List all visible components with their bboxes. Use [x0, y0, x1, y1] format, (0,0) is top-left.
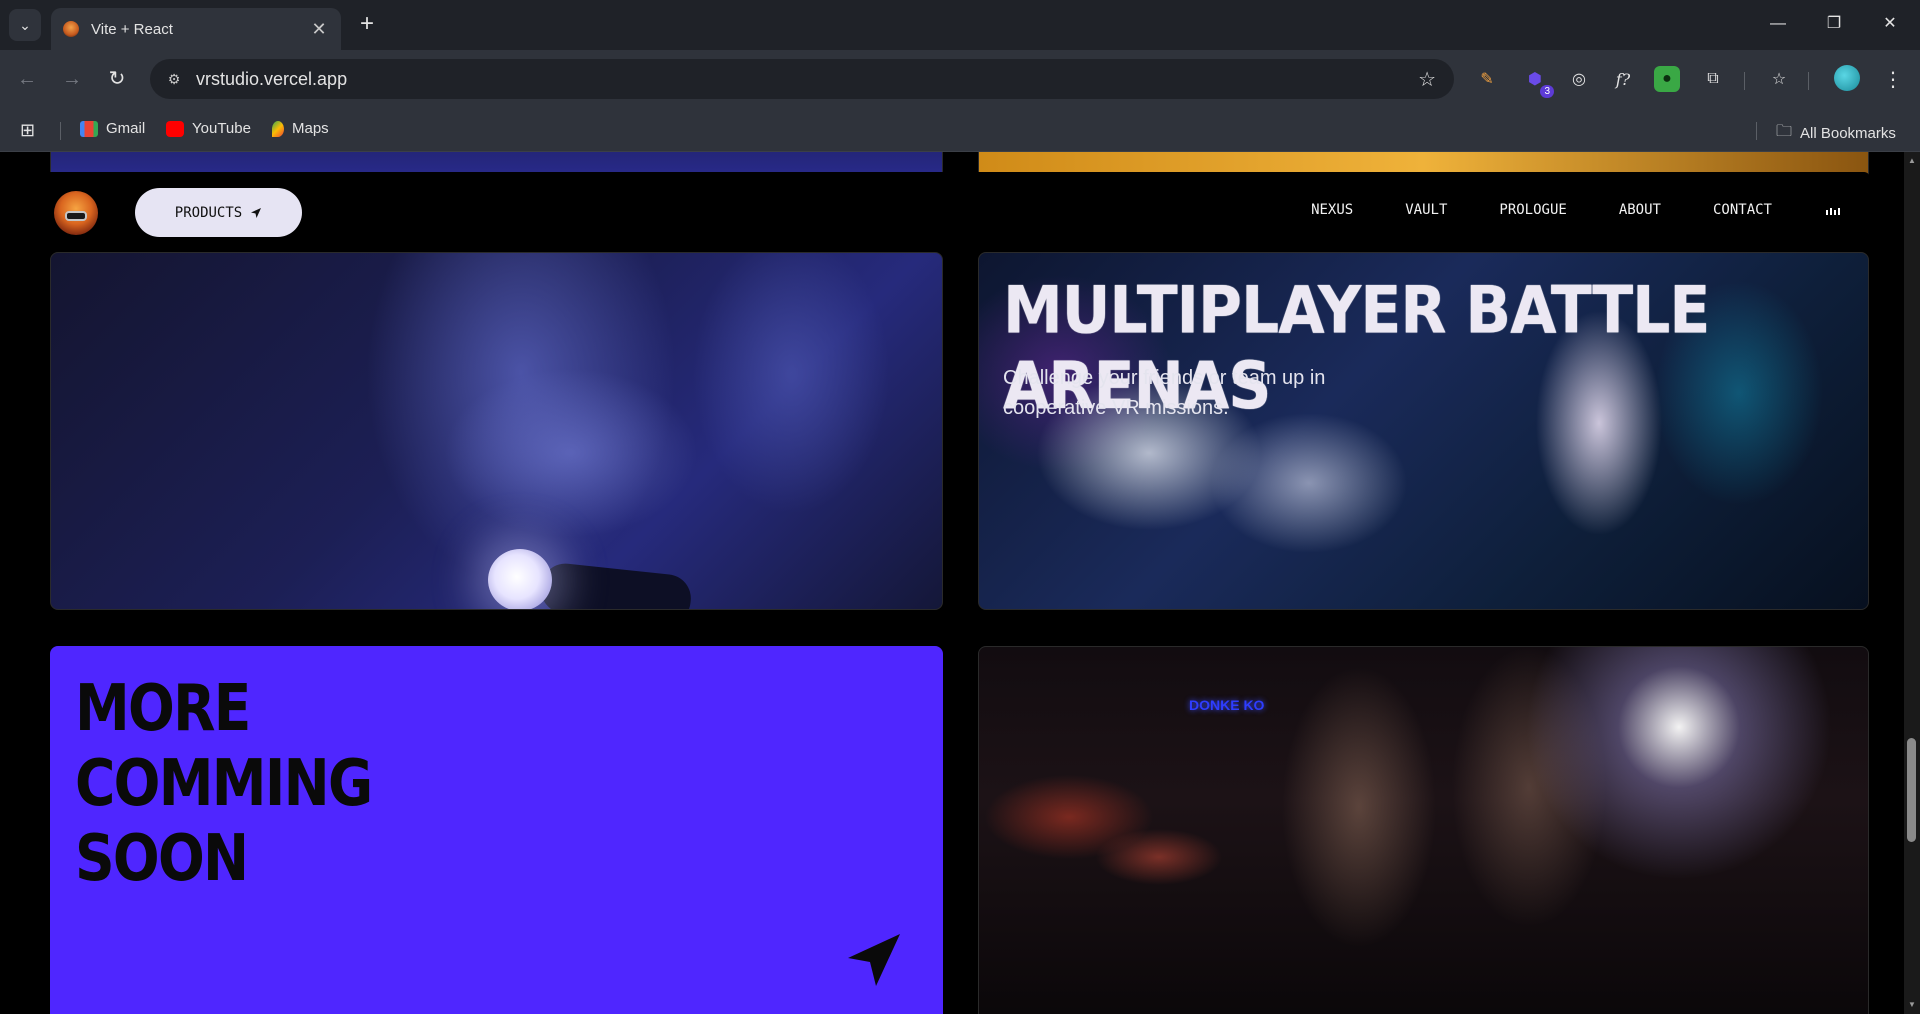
tab-strip: ⌄ Vite + React ✕ + — ❐ ✕ — [0, 0, 1920, 50]
nav-link-about[interactable]: ABOUT — [1619, 202, 1661, 218]
bookmarks-bar: ⊞ Gmail YouTube Maps 🗀 All Bookmarks — [0, 108, 1920, 152]
scroll-up-icon[interactable]: ▲ — [1907, 156, 1917, 165]
gmail-icon — [80, 120, 98, 137]
arena-card-description: Challenge your friends or team up in coo… — [1003, 367, 1326, 419]
controller-image — [538, 561, 694, 609]
all-bookmarks-label: All Bookmarks — [1800, 125, 1896, 142]
reload-button[interactable]: ↻ — [102, 64, 132, 94]
all-bookmarks-button[interactable]: 🗀 All Bookmarks — [1776, 120, 1896, 147]
forward-button[interactable]: → — [57, 64, 87, 94]
folder-icon: 🗀 — [1776, 123, 1793, 140]
bookmarks-divider — [1756, 122, 1757, 140]
vr-controller-card[interactable] — [50, 252, 943, 610]
extension-badge-icon[interactable]: ⬢ 3 — [1522, 66, 1554, 98]
page-viewport: MULTIPLAYER BATTLE ARENAS Challenge your… — [0, 152, 1904, 1014]
toolbar-divider — [1808, 72, 1809, 90]
nav-link-nexus[interactable]: NEXUS — [1311, 202, 1353, 218]
active-tab[interactable]: Vite + React ✕ — [51, 8, 341, 50]
nav-link-vault[interactable]: VAULT — [1405, 202, 1447, 218]
extension-badge-count: 3 — [1540, 85, 1554, 98]
chevron-down-icon: ⌄ — [19, 16, 31, 33]
bookmark-gmail[interactable]: Gmail — [80, 120, 145, 137]
reading-list-icon[interactable]: ☆ — [1766, 66, 1792, 92]
bookmark-label: YouTube — [192, 120, 251, 137]
coming-soon-line: MORE — [75, 672, 251, 746]
bookmark-label: Maps — [292, 120, 329, 137]
minimize-button[interactable]: — — [1754, 10, 1802, 38]
site-info-icon[interactable]: ⚙ — [164, 69, 184, 89]
multiplayer-arena-card[interactable]: MULTIPLAYER BATTLE ARENAS Challenge your… — [978, 252, 1869, 610]
logo-mask-icon — [65, 211, 87, 221]
bookmark-label: Gmail — [106, 120, 146, 137]
neon-sign: DONKE KO — [1189, 697, 1265, 713]
site-navbar: PRODUCTS NEXUS VAULT PROLOGUE ABOUT CONT… — [38, 172, 1870, 252]
address-bar[interactable]: ⚙ vrstudio.vercel.app ☆ — [150, 59, 1454, 99]
maps-icon — [272, 120, 284, 137]
fx-extension-icon[interactable]: f? — [1610, 66, 1636, 92]
bookmark-maps[interactable]: Maps — [272, 120, 329, 137]
frog-extension-icon[interactable]: ● — [1654, 66, 1680, 92]
toolbar-divider — [1744, 72, 1745, 90]
target-extension-icon[interactable]: ◎ — [1566, 66, 1592, 92]
products-label: PRODUCTS — [174, 204, 243, 221]
tab-title: Vite + React — [91, 20, 173, 38]
profile-avatar[interactable] — [1834, 65, 1860, 91]
nav-link-prologue[interactable]: PROLOGUE — [1499, 202, 1566, 218]
coming-soon-card[interactable]: MORE COMMING SOON — [50, 646, 943, 1014]
pen-extension-icon[interactable]: ✎ — [1474, 66, 1500, 92]
back-button[interactable]: ← — [12, 64, 42, 94]
scroll-thumb[interactable] — [1907, 738, 1916, 842]
apps-grid-icon[interactable]: ⊞ — [20, 120, 35, 141]
bookmarks-divider — [60, 122, 61, 140]
coming-soon-title: MORE COMMING SOON — [75, 672, 373, 897]
youtube-icon — [166, 120, 184, 137]
nav-link-contact[interactable]: CONTACT — [1713, 202, 1772, 218]
send-arrow-icon — [251, 207, 262, 218]
audio-toggle-icon[interactable] — [1826, 205, 1840, 215]
team-celebration-card[interactable]: DONKE KO — [978, 646, 1869, 1014]
url-text[interactable]: vrstudio.vercel.app — [196, 69, 347, 90]
browser-toolbar: ← → ↻ ⚙ vrstudio.vercel.app ☆ ✎ ⬢ 3 ◎ f? … — [0, 50, 1920, 108]
products-button[interactable]: PRODUCTS — [135, 188, 302, 237]
controller-light — [488, 549, 552, 609]
new-tab-button[interactable]: + — [354, 12, 380, 38]
tab-favicon-icon — [63, 21, 79, 37]
bookmark-youtube[interactable]: YouTube — [166, 120, 251, 137]
page-scrollbar[interactable]: ▲ ▼ — [1904, 152, 1920, 1014]
site-logo[interactable] — [54, 191, 98, 235]
close-window-button[interactable]: ✕ — [1866, 10, 1914, 38]
send-arrow-icon — [848, 934, 900, 986]
nav-links: NEXUS VAULT PROLOGUE ABOUT CONTACT — [1259, 202, 1840, 218]
tab-close-icon[interactable]: ✕ — [309, 19, 329, 40]
puzzle-extensions-icon[interactable]: ⧉ — [1700, 66, 1726, 92]
tab-search-button[interactable]: ⌄ — [9, 9, 41, 41]
more-menu-icon[interactable]: ⋮ — [1880, 66, 1906, 92]
coming-soon-line: SOON — [75, 822, 249, 896]
bookmark-star-icon[interactable]: ☆ — [1418, 67, 1436, 92]
coming-soon-line: COMMING — [75, 747, 373, 821]
restore-button[interactable]: ❐ — [1810, 10, 1858, 38]
scroll-down-icon[interactable]: ▼ — [1907, 1000, 1917, 1009]
